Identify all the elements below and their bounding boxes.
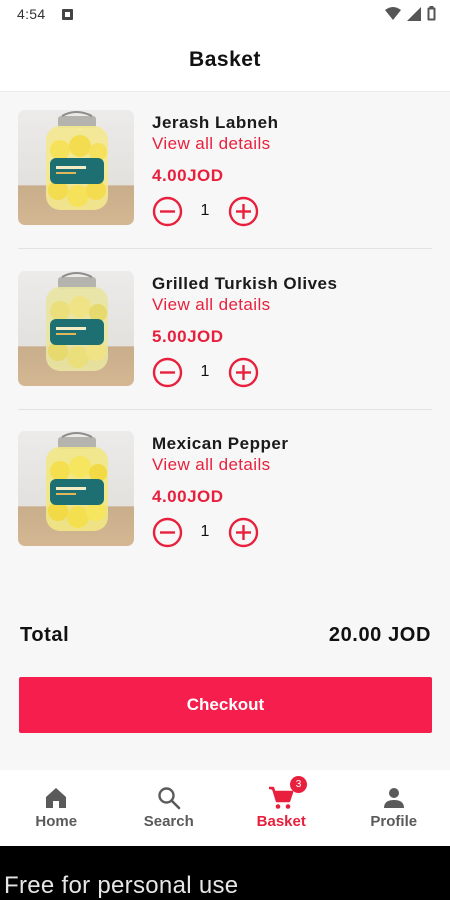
bottom-nav: Home Search Basket Profile: [0, 770, 450, 846]
product-image: [18, 110, 134, 225]
total-label: Total: [20, 624, 70, 646]
wifi-icon: [385, 6, 401, 20]
increase-quantity-icon[interactable]: [228, 357, 259, 388]
item-price: 5.00JOD: [152, 327, 224, 346]
decrease-quantity-icon[interactable]: [152, 357, 183, 388]
product-image: [18, 431, 134, 546]
page-title: Basket: [189, 48, 261, 71]
increase-quantity-icon[interactable]: [228, 517, 259, 548]
nav-label-basket: Basket: [256, 813, 306, 830]
item-name: Grilled Turkish Olives: [152, 274, 338, 293]
nav-item-search[interactable]: Search: [113, 770, 226, 846]
item-price: 4.00JOD: [152, 166, 224, 185]
app-header: Basket: [0, 30, 450, 92]
status-time: 4:54: [17, 6, 46, 22]
status-icons: [385, 6, 436, 21]
nav-item-home[interactable]: Home: [0, 770, 113, 846]
view-details-link[interactable]: View all details: [152, 295, 271, 315]
nav-item-basket[interactable]: Basket: [225, 770, 338, 846]
decrease-quantity-icon[interactable]: [152, 196, 183, 227]
item-name: Jerash Labneh: [152, 113, 279, 132]
notification-icon: [62, 9, 73, 20]
home-icon: [46, 788, 67, 808]
decrease-quantity-icon[interactable]: [152, 517, 183, 548]
checkout-button-label: Checkout: [186, 695, 265, 714]
view-details-link[interactable]: View all details: [152, 134, 271, 154]
status-bar: 4:54: [0, 0, 450, 30]
battery-icon: [427, 6, 436, 21]
watermark-text: Free for personal use: [4, 872, 239, 899]
increase-quantity-icon[interactable]: [228, 196, 259, 227]
nav-item-profile[interactable]: Profile: [338, 770, 450, 846]
watermark-bar: Free for personal use: [0, 846, 450, 900]
total-value: 20.00 JOD: [328, 624, 431, 646]
view-details-link[interactable]: View all details: [152, 455, 271, 475]
nav-label-profile: Profile: [370, 813, 418, 830]
signal-icon: [407, 6, 421, 21]
search-icon: [158, 787, 181, 810]
quantity-value: 1: [200, 363, 210, 380]
item-price: 4.00JOD: [152, 487, 224, 506]
nav-label-home: Home: [35, 813, 78, 830]
quantity-value: 1: [200, 202, 210, 219]
basket-count-badge: 3: [290, 776, 307, 793]
person-icon: [383, 788, 404, 808]
nav-label-search: Search: [143, 813, 194, 830]
cart-item: Mexican Pepper View all details 4.00JOD …: [18, 431, 432, 551]
item-name: Mexican Pepper: [152, 434, 289, 453]
cart-item: Jerash Labneh View all details 4.00JOD 1: [18, 110, 432, 249]
quantity-value: 1: [200, 523, 210, 540]
cart-item: Grilled Turkish Olives View all details …: [18, 271, 432, 410]
checkout-button[interactable]: Checkout: [19, 677, 432, 733]
product-image: [18, 271, 134, 386]
